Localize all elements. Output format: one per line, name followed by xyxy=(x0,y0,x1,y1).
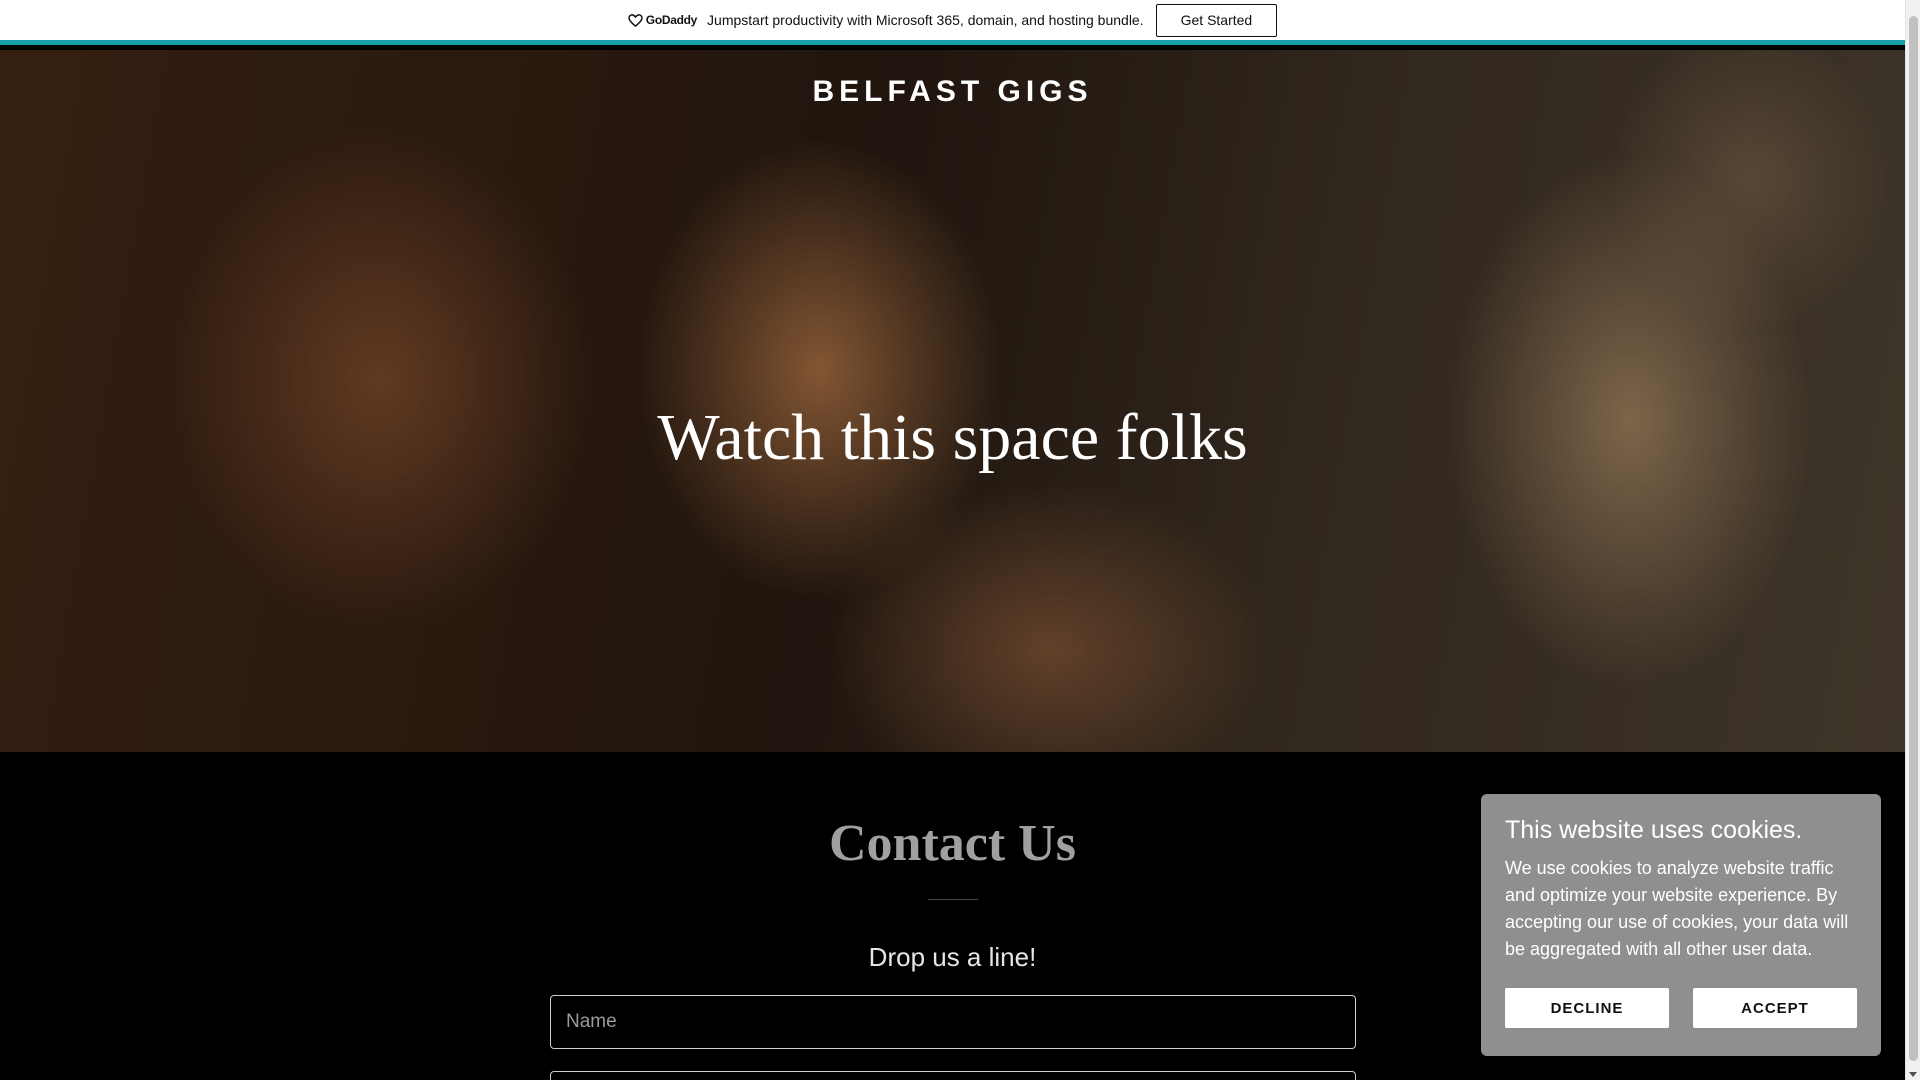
promo-message: Jumpstart productivity with Microsoft 36… xyxy=(707,12,1144,28)
godaddy-logo-text: GoDaddy xyxy=(645,13,698,27)
site-title[interactable]: BELFAST GIGS xyxy=(0,75,1905,109)
decline-button[interactable]: DECLINE xyxy=(1505,988,1669,1028)
godaddy-logo[interactable]: GoDaddy xyxy=(628,13,697,27)
promo-bar: GoDaddy Jumpstart productivity with Micr… xyxy=(0,0,1905,45)
email-input[interactable] xyxy=(550,1071,1356,1080)
cookie-text: We use cookies to analyze website traffi… xyxy=(1505,858,1849,959)
godaddy-heart-icon xyxy=(628,13,643,27)
name-input[interactable] xyxy=(550,995,1356,1049)
cookie-title: This website uses cookies. xyxy=(1505,816,1803,844)
accept-button[interactable]: ACCEPT xyxy=(1693,988,1857,1028)
hero-section: BELFAST GIGS Watch this space folks xyxy=(0,50,1905,752)
scrollbar-thumb[interactable] xyxy=(1909,16,1918,1061)
cookie-actions: DECLINE ACCEPT xyxy=(1505,988,1857,1028)
cookie-banner: This website uses cookies. We use cookie… xyxy=(1481,794,1881,1056)
hero-heading: Watch this space folks xyxy=(657,401,1248,474)
vertical-scrollbar[interactable] xyxy=(1905,0,1920,1080)
get-started-button[interactable]: Get Started xyxy=(1155,3,1278,37)
scroll-down-arrow-icon[interactable] xyxy=(1909,1072,1917,1077)
section-divider xyxy=(928,899,978,900)
